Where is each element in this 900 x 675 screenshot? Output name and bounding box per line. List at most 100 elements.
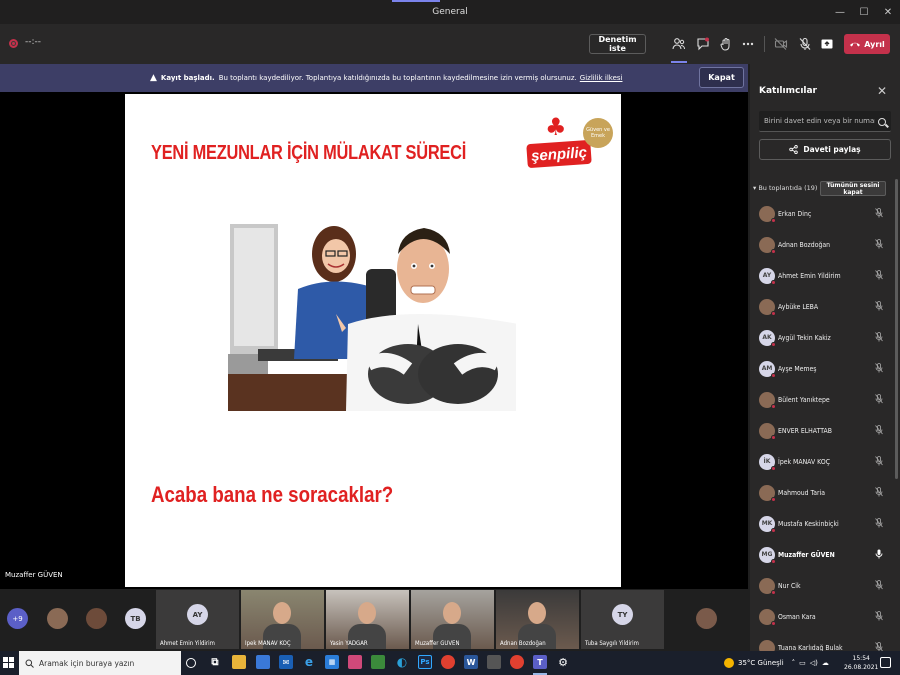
more-icon[interactable] (740, 36, 756, 52)
photoshop-icon[interactable]: Ps (418, 655, 432, 669)
more-participants-badge[interactable]: +9 (7, 608, 28, 629)
close-window-icon[interactable]: ✕ (876, 0, 900, 24)
cortana-icon[interactable] (186, 658, 196, 668)
participant-row[interactable]: AK Aygül Tekin Kakiz (750, 322, 895, 353)
notification-icon[interactable] (880, 657, 891, 668)
close-panel-icon[interactable]: ✕ (877, 84, 887, 98)
calendar-icon[interactable] (256, 655, 270, 669)
file-explorer-icon[interactable] (232, 655, 246, 669)
avatar[interactable] (86, 608, 107, 629)
maximize-icon[interactable]: ☐ (852, 0, 876, 24)
participant-row[interactable]: Bülent Yanıktepe (750, 384, 895, 415)
app-icon[interactable] (487, 655, 501, 669)
participant-list: Erkan Dinç Adnan Bozdoğan AY Ahmet Emin Yil… (750, 198, 900, 653)
word-icon[interactable]: W (464, 655, 478, 669)
share-invite-label: Daveti paylaş (803, 145, 861, 154)
avatar[interactable] (47, 608, 68, 629)
leave-button-label: Ayrıl (864, 39, 885, 49)
avatar: AY (187, 604, 208, 625)
video-tile[interactable]: AY Ahmet Emin Yildirim (156, 590, 239, 649)
taskbar-search[interactable]: Aramak için buraya yazın (19, 651, 181, 675)
in-meeting-header[interactable]: ▾ Bu toplantıda (19) (753, 184, 817, 192)
invite-search-input[interactable] (759, 111, 891, 132)
participant-row[interactable]: MG Muzaffer GÜVEN (750, 539, 895, 570)
weather-text[interactable]: 35°C Güneşli (738, 659, 784, 667)
presence-badge (771, 279, 776, 285)
participant-row[interactable]: Tuana Karlıdağ Bulak (750, 632, 895, 653)
participant-row[interactable]: ENVER ELHATTAB (750, 415, 895, 446)
mute-all-button[interactable]: Tümünün sesini kapat (820, 181, 886, 196)
chrome-icon[interactable] (441, 655, 455, 669)
network-icon[interactable]: ▭ (799, 659, 806, 667)
camera-off-icon[interactable] (773, 36, 789, 52)
mic-off-icon[interactable] (875, 424, 883, 437)
avatar[interactable] (696, 608, 717, 629)
people-icon[interactable] (671, 36, 687, 52)
teams-icon[interactable]: T (533, 655, 547, 669)
mic-off-icon[interactable] (875, 579, 883, 592)
participant-row[interactable]: İK İpek MANAV KOÇ (750, 446, 895, 477)
mic-off-icon[interactable] (875, 455, 883, 468)
privacy-policy-link[interactable]: Gizlilik ilkesi (580, 74, 623, 82)
panel-title: Katılımcılar (759, 86, 817, 96)
edge-icon[interactable]: e (302, 655, 316, 669)
participant-row[interactable]: Erkan Dinç (750, 198, 895, 229)
mic-off-icon[interactable] (875, 331, 883, 344)
onedrive-icon[interactable]: ☁ (822, 659, 829, 667)
edge-new-icon[interactable]: ◐ (395, 655, 409, 669)
self-video-name: Muzaffer GÜVEN (5, 571, 63, 579)
minimize-icon[interactable]: — (828, 0, 852, 24)
share-icon[interactable] (819, 36, 835, 52)
share-link-icon (789, 145, 799, 154)
participant-row[interactable]: AY Ahmet Emin Yildirim (750, 260, 895, 291)
participant-row[interactable]: AM Ayşe Memeş (750, 353, 895, 384)
mic-off-icon[interactable] (797, 36, 813, 52)
settings-gear-icon[interactable]: ⚙ (556, 655, 570, 669)
avatar[interactable]: TB (125, 608, 146, 629)
mic-off-icon[interactable] (875, 517, 883, 530)
participant-row[interactable]: Adnan Bozdoğan (750, 229, 895, 260)
video-tile[interactable]: Adnan Bozdoğan (496, 590, 579, 649)
raise-hand-icon[interactable] (718, 36, 734, 52)
participant-row[interactable]: Aybüke LEBA (750, 291, 895, 322)
video-tile[interactable]: Yasin YADGAR (326, 590, 409, 649)
mic-off-icon[interactable] (875, 362, 883, 375)
photos-icon[interactable] (348, 655, 362, 669)
tile-name: Muzaffer GÜVEN (415, 640, 460, 647)
mic-off-icon[interactable] (875, 207, 883, 220)
mail-icon[interactable]: ✉ (279, 655, 293, 669)
participant-row[interactable]: Nur Cik (750, 570, 895, 601)
mic-off-icon[interactable] (875, 393, 883, 406)
volume-icon[interactable]: ◁) (810, 659, 818, 667)
mic-icon[interactable] (875, 549, 883, 561)
store-icon[interactable]: ▦ (325, 655, 339, 669)
task-view-icon[interactable]: ⧉ (208, 655, 222, 669)
participant-row[interactable]: Mahmoud Taria (750, 477, 895, 508)
leave-button[interactable]: Ayrıl (844, 34, 890, 54)
participant-name: Ahmet Emin Yildirim (778, 271, 841, 280)
video-tile[interactable]: Muzaffer GÜVEN (411, 590, 494, 649)
windows-start-icon[interactable] (3, 657, 14, 668)
video-tile[interactable]: İpek MANAV KOÇ (241, 590, 324, 649)
close-banner-button[interactable]: Kapat (699, 67, 744, 88)
participant-row[interactable]: MK Mustafa Keskinbiçki (750, 508, 895, 539)
chrome-icon[interactable] (510, 655, 524, 669)
mic-off-icon[interactable] (875, 610, 883, 623)
request-control-button[interactable]: Denetim iste (589, 34, 646, 54)
mic-off-icon[interactable] (875, 300, 883, 313)
chat-icon[interactable] (695, 36, 711, 52)
participant-row[interactable]: Osman Kara (750, 601, 895, 632)
mic-off-icon[interactable] (875, 269, 883, 282)
taskbar-clock[interactable]: 15:54 26.08.2021 (844, 654, 878, 672)
participant-name: Aybüke LEBA (778, 302, 819, 311)
person-head (443, 602, 461, 624)
presence-badge (771, 496, 776, 502)
presence-badge (771, 403, 776, 409)
video-tile[interactable]: TY Tuba Saygılı Yildirim (581, 590, 664, 649)
mic-off-icon[interactable] (875, 486, 883, 499)
avatar: MG (759, 546, 776, 564)
mic-off-icon[interactable] (875, 238, 883, 251)
tray-arrow-icon[interactable]: ˄ (792, 659, 796, 667)
chart-app-icon[interactable] (371, 655, 385, 669)
share-invite-button[interactable]: Daveti paylaş (759, 139, 891, 160)
